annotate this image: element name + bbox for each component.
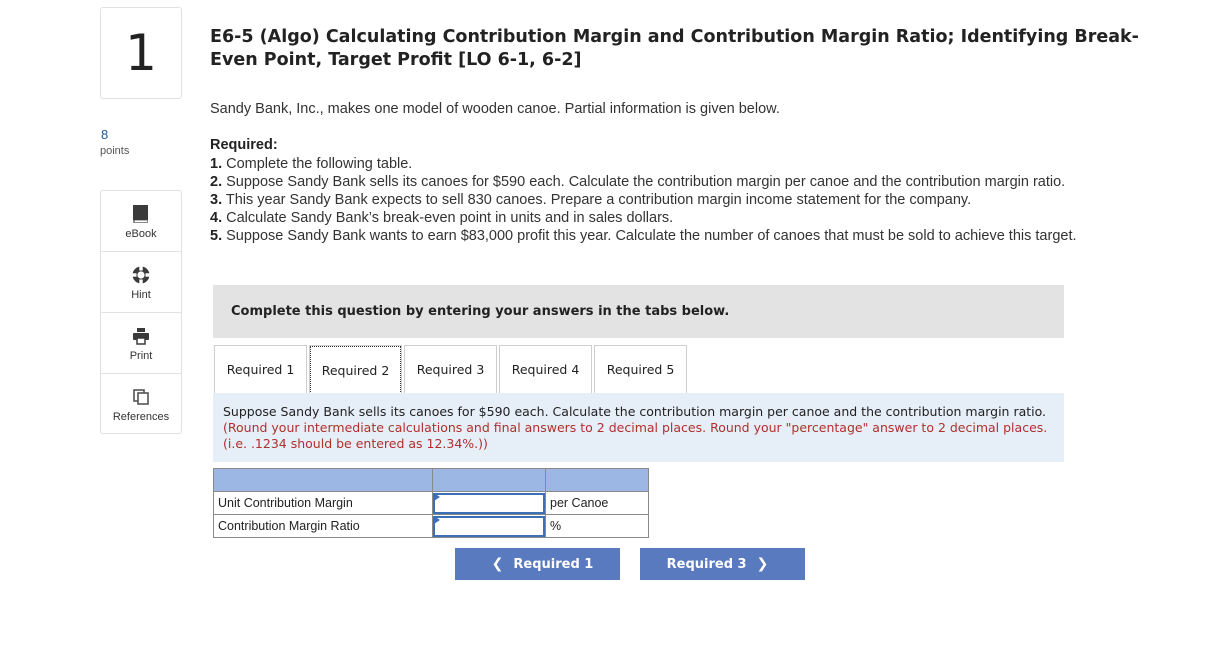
- hint-label: Hint: [131, 289, 151, 301]
- tab-bar: Required 1 Required 2 Required 3 Require…: [214, 345, 689, 395]
- lifebuoy-icon: [131, 264, 151, 286]
- required-item: 1. Complete the following table.: [210, 156, 413, 172]
- required-item: 2. Suppose Sandy Bank sells its canoes f…: [210, 174, 1066, 190]
- ebook-label: eBook: [125, 228, 157, 240]
- references-label: References: [112, 411, 170, 423]
- table-row: Unit Contribution Margin per Canoe: [213, 491, 649, 515]
- tab-instructions: Suppose Sandy Bank sells its canoes for …: [213, 393, 1064, 462]
- question-title: E6-5 (Algo) Calculating Contribution Mar…: [210, 27, 1139, 70]
- instruction-banner: Complete this question by entering your …: [213, 285, 1064, 338]
- input-flag-icon: [434, 493, 440, 501]
- required-item: 4. Calculate Sandy Bank’s break-even poi…: [210, 210, 674, 226]
- input-flag-icon: [434, 516, 440, 524]
- ebook-button[interactable]: eBook: [101, 191, 181, 252]
- printer-icon: [132, 325, 150, 347]
- required-list: 1. Complete the following table. 2. Supp…: [210, 155, 1160, 245]
- tab-required-2[interactable]: Required 2: [309, 345, 402, 395]
- chevron-right-icon: ❯: [756, 556, 769, 572]
- print-button[interactable]: Print: [101, 313, 181, 374]
- row-unit: per Canoe: [545, 491, 649, 515]
- table-row: Contribution Margin Ratio %: [213, 514, 649, 538]
- book-icon: [132, 203, 150, 225]
- points-value: 8: [101, 127, 109, 142]
- copy-icon: [132, 386, 150, 408]
- hint-button[interactable]: Hint: [101, 252, 181, 313]
- required-heading: Required:: [210, 137, 278, 153]
- tab-required-3[interactable]: Required 3: [404, 345, 497, 393]
- chevron-left-icon: ❮: [491, 556, 504, 572]
- required-item: 3. This year Sandy Bank expects to sell …: [210, 192, 972, 208]
- row-unit: %: [545, 514, 649, 538]
- question-number: 1: [100, 7, 182, 99]
- unit-contribution-margin-input[interactable]: [433, 492, 545, 514]
- print-label: Print: [129, 350, 153, 362]
- answer-table: Unit Contribution Margin per Canoe Contr…: [213, 468, 649, 538]
- next-required-button[interactable]: Required 3 ❯: [640, 548, 805, 580]
- panel-text: Suppose Sandy Bank sells its canoes for …: [223, 404, 1047, 419]
- row-label: Unit Contribution Margin: [213, 491, 433, 515]
- tab-required-5[interactable]: Required 5: [594, 345, 687, 393]
- row-label: Contribution Margin Ratio: [213, 514, 433, 538]
- table-header-row: [213, 468, 649, 492]
- contribution-margin-ratio-input[interactable]: [433, 515, 545, 537]
- required-item: 5. Suppose Sandy Bank wants to earn $83,…: [210, 228, 1077, 244]
- points-label: points: [100, 145, 130, 157]
- prev-required-button[interactable]: ❮ Required 1: [455, 548, 620, 580]
- tab-required-1[interactable]: Required 1: [214, 345, 307, 393]
- intro-text: Sandy Bank, Inc., makes one model of woo…: [210, 101, 780, 117]
- rounding-note: (Round your intermediate calculations an…: [223, 420, 1048, 451]
- references-button[interactable]: References: [101, 374, 181, 435]
- tab-required-4[interactable]: Required 4: [499, 345, 592, 393]
- tools-panel: eBook Hint Print References: [100, 190, 182, 434]
